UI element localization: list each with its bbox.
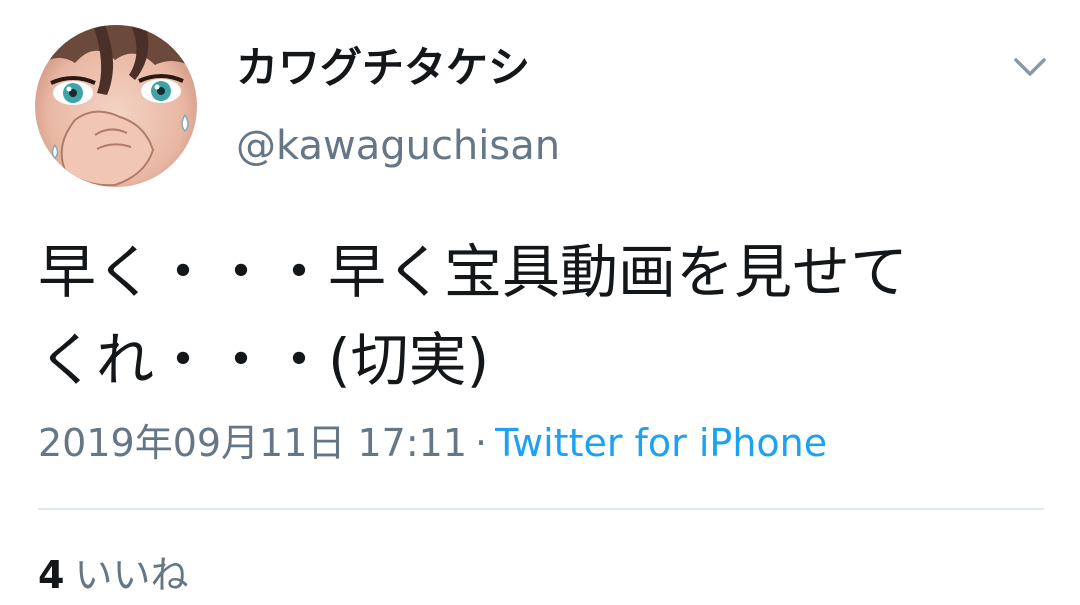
avatar-illustration [35, 25, 197, 187]
display-name[interactable]: カワグチタケシ [236, 40, 530, 96]
avatar[interactable] [35, 25, 197, 187]
tweet-text-line: くれ・・・(切実) [38, 326, 490, 394]
meta-separator: · [475, 421, 488, 465]
tweet-text-line: 早く・・・早く宝具動画を見せて [38, 238, 909, 306]
tweet-detail: カワグチタケシ @kawaguchisan 早く・・・早く宝具動画を見せて くれ… [0, 0, 1080, 605]
timestamp[interactable]: 2019年09月11日 17:11 [38, 421, 467, 465]
tweet-meta: 2019年09月11日 17:11 · Twitter for iPhone [38, 418, 827, 468]
source-link[interactable]: Twitter for iPhone [495, 421, 827, 465]
user-handle[interactable]: @kawaguchisan [236, 120, 560, 172]
likes-stat[interactable]: 4 いいね [38, 550, 188, 600]
tweet-text: 早く・・・早く宝具動画を見せて くれ・・・(切実) [38, 228, 1048, 404]
divider [38, 508, 1044, 510]
likes-count: 4 [38, 553, 65, 597]
chevron-down-icon[interactable] [1010, 50, 1050, 84]
likes-label: いいね [74, 553, 189, 597]
